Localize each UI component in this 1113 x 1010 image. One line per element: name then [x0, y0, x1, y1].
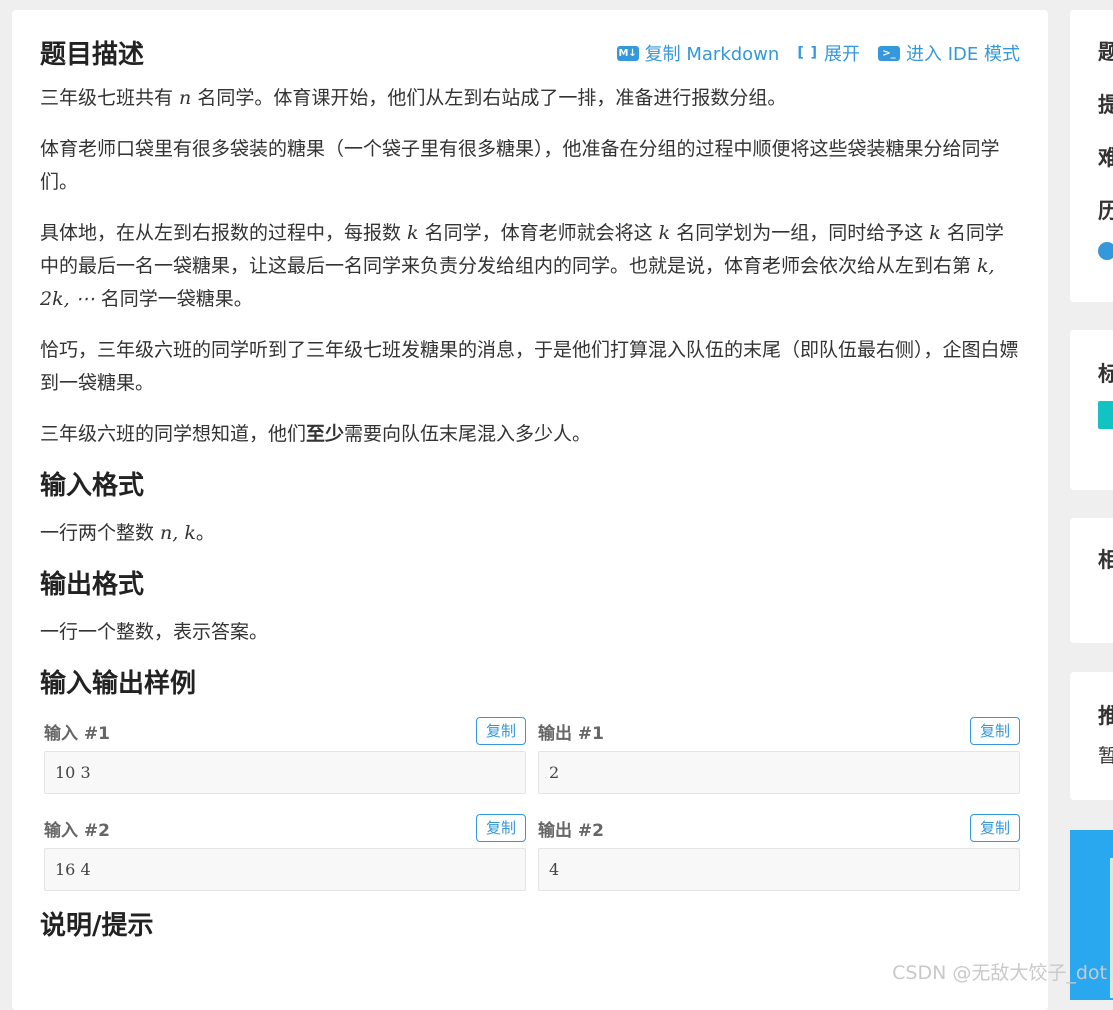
text: 三年级六班的同学想知道，他们 — [40, 423, 307, 445]
sidebar-info-line: 历 — [1098, 199, 1113, 223]
terminal-icon: >_ — [878, 45, 900, 61]
sidebar-info-line: 难 — [1098, 146, 1113, 170]
text: 一行两个整数 — [40, 522, 161, 544]
input-format-title: 输入格式 — [40, 471, 145, 501]
copy-markdown-button[interactable]: M↓ 复制 Markdown — [616, 40, 780, 66]
sidebar-related-card: 相 — [1070, 518, 1113, 643]
hint-title: 说明/提示 — [40, 911, 154, 941]
ide-mode-button[interactable]: >_ 进入 IDE 模式 — [878, 40, 1020, 66]
examples-title: 输入输出样例 — [40, 669, 197, 699]
description-paragraph-3: 具体地，在从左到右报数的过程中，每报数 k 名同学，体育老师就会将这 k 名同学… — [40, 217, 1020, 316]
copy-button[interactable]: 复制 — [969, 814, 1020, 842]
sidebar-info-line: 题 — [1098, 40, 1113, 64]
example-input-label: 输入 #2 — [44, 820, 110, 841]
problem-header: 题目描述 M↓ 复制 Markdown [ ] 展开 >_ 进入 IDE 模式 — [40, 38, 1020, 72]
ide-mode-label: 进入 IDE 模式 — [906, 44, 1020, 65]
text: 名同学划为一组，同时给予这 — [670, 222, 930, 244]
copy-markdown-label: 复制 Markdown — [644, 44, 780, 65]
example-input-value[interactable]: 10 3 — [44, 751, 526, 794]
watermark: CSDN @无敌大饺子_dot — [892, 962, 1107, 984]
example-output-1: 输出 #1 复制 2 — [538, 715, 1020, 794]
sidebar-recommend-title: 推 — [1098, 704, 1113, 728]
description-paragraph-1: 三年级七班共有 n 名同学。体育课开始，他们从左到右站成了一排，准备进行报数分组… — [40, 82, 1020, 115]
text: 具体地，在从左到右报数的过程中，每报数 — [40, 222, 408, 244]
text: 名同学一袋糖果。 — [94, 288, 253, 310]
example-output-label: 输出 #2 — [538, 820, 604, 841]
text: 名同学。体育课开始，他们从左到右站成了一排，准备进行报数分组。 — [191, 87, 787, 109]
tag-badge[interactable] — [1098, 401, 1113, 429]
emphasis: 至少 — [306, 423, 345, 445]
copy-button[interactable]: 复制 — [475, 717, 526, 745]
math-n: n — [179, 87, 192, 109]
text: 名同学，体育老师就会将这 — [418, 222, 659, 244]
example-input-2: 输入 #2 复制 16 4 — [44, 812, 526, 891]
copy-button[interactable]: 复制 — [969, 717, 1020, 745]
sidebar-related-title: 相 — [1098, 548, 1113, 572]
expand-button[interactable]: [ ] 展开 — [797, 40, 860, 66]
math-k: k — [658, 222, 671, 244]
sidebar-info-card: 题 提 难 历 — [1070, 10, 1113, 302]
math-k: k — [407, 222, 419, 244]
example-input-value[interactable]: 16 4 — [44, 848, 526, 891]
copy-button[interactable]: 复制 — [475, 814, 526, 842]
examples-grid: 输入 #1 复制 10 3 输出 #1 复制 2 输入 #2 复制 16 4 输… — [44, 715, 1020, 909]
text: 。 — [195, 522, 215, 544]
example-input-label: 输入 #1 — [44, 723, 110, 744]
problem-card: 题目描述 M↓ 复制 Markdown [ ] 展开 >_ 进入 IDE 模式 … — [12, 10, 1048, 1010]
expand-label: 展开 — [824, 44, 860, 65]
description-paragraph-4: 恰巧，三年级六班的同学听到了三年级七班发糖果的消息，于是他们打算混入队伍的末尾（… — [40, 339, 1019, 394]
sidebar-info-line: 提 — [1098, 93, 1113, 117]
example-output-value[interactable]: 4 — [538, 848, 1020, 891]
example-input-1: 输入 #1 复制 10 3 — [44, 715, 526, 794]
markdown-icon: M↓ — [616, 45, 639, 61]
example-output-value[interactable]: 2 — [538, 751, 1020, 794]
output-format-text: 一行一个整数，表示答案。 — [40, 621, 269, 643]
text: 三年级七班共有 — [40, 87, 180, 109]
math-nk: n, k — [160, 522, 196, 544]
example-output-2: 输出 #2 复制 4 — [538, 812, 1020, 891]
expand-icon: [ ] — [797, 45, 818, 61]
output-format-title: 输出格式 — [40, 570, 145, 600]
input-format-text: 一行两个整数 n, k。 — [40, 517, 1020, 550]
sidebar-tags-title: 标 — [1098, 362, 1113, 386]
problem-actions: M↓ 复制 Markdown [ ] 展开 >_ 进入 IDE 模式 — [616, 40, 1020, 66]
text: 需要向队伍末尾混入多少人。 — [344, 423, 592, 445]
description-paragraph-2: 体育老师口袋里有很多袋装的糖果（一个袋子里有很多糖果），他准备在分组的过程中顺便… — [40, 138, 1000, 193]
history-icon[interactable] — [1098, 242, 1113, 260]
sidebar-recommend-card: 推 暂 — [1070, 672, 1113, 800]
sidebar-recommend-text: 暂 — [1098, 745, 1113, 767]
sidebar-tags-card: 标 — [1070, 330, 1113, 490]
math-k: k — [929, 222, 941, 244]
description-paragraph-5: 三年级六班的同学想知道，他们至少需要向队伍末尾混入多少人。 — [40, 418, 1020, 451]
example-output-label: 输出 #1 — [538, 723, 604, 744]
